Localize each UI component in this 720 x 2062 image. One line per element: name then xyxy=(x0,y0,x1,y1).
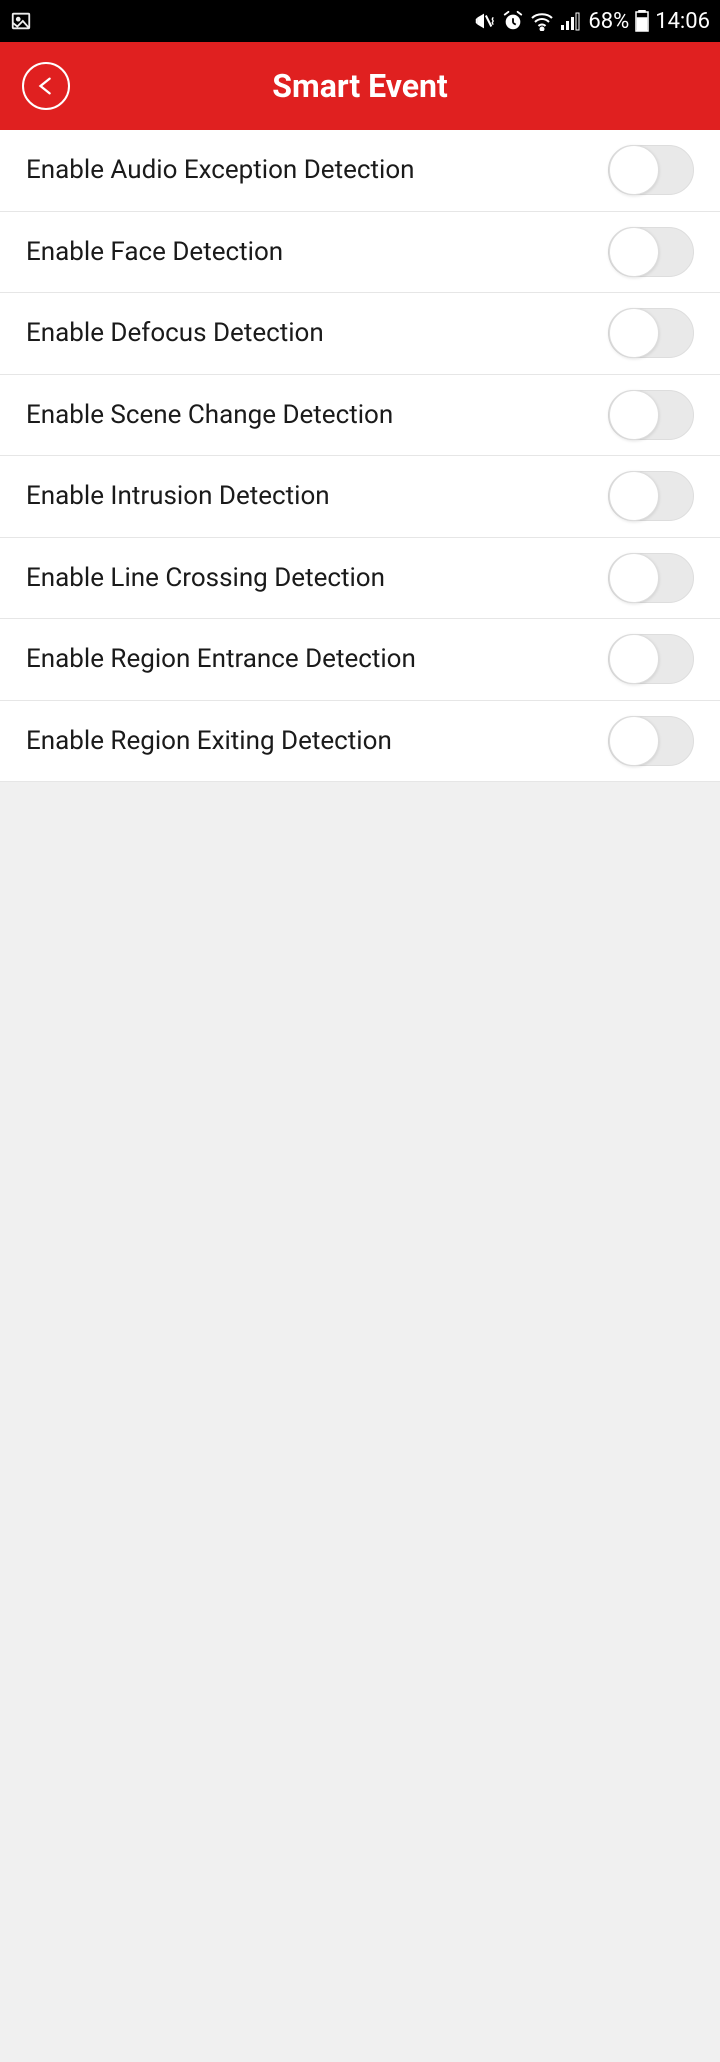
toggle-knob xyxy=(609,471,659,521)
clock-time: 14:06 xyxy=(655,9,710,34)
setting-label: Enable Defocus Detection xyxy=(26,318,324,348)
battery-percent: 68% xyxy=(588,9,629,34)
toggle-defocus-detection[interactable] xyxy=(608,308,694,358)
toggle-face-detection[interactable] xyxy=(608,227,694,277)
setting-label: Enable Scene Change Detection xyxy=(26,400,393,430)
setting-defocus-detection: Enable Defocus Detection xyxy=(0,293,720,375)
toggle-scene-change[interactable] xyxy=(608,390,694,440)
setting-label: Enable Region Exiting Detection xyxy=(26,726,392,756)
toggle-knob xyxy=(609,308,659,358)
toggle-intrusion-detection[interactable] xyxy=(608,471,694,521)
setting-label: Enable Intrusion Detection xyxy=(26,481,330,511)
setting-label: Enable Line Crossing Detection xyxy=(26,563,385,593)
empty-area xyxy=(0,782,720,2062)
toggle-audio-exception[interactable] xyxy=(608,145,694,195)
toggle-knob xyxy=(609,716,659,766)
settings-list: Enable Audio Exception Detection Enable … xyxy=(0,130,720,782)
setting-label: Enable Audio Exception Detection xyxy=(26,155,415,185)
setting-label: Enable Region Entrance Detection xyxy=(26,644,416,674)
app-header: Smart Event xyxy=(0,42,720,130)
page-title: Smart Event xyxy=(0,67,720,105)
image-icon xyxy=(10,10,32,32)
toggle-region-exiting[interactable] xyxy=(608,716,694,766)
toggle-knob xyxy=(609,390,659,440)
toggle-region-entrance[interactable] xyxy=(608,634,694,684)
setting-line-crossing: Enable Line Crossing Detection xyxy=(0,538,720,620)
toggle-knob xyxy=(609,145,659,195)
setting-label: Enable Face Detection xyxy=(26,237,283,267)
vibrate-icon xyxy=(472,10,496,32)
setting-face-detection: Enable Face Detection xyxy=(0,212,720,294)
status-left xyxy=(10,10,32,32)
toggle-line-crossing[interactable] xyxy=(608,553,694,603)
signal-icon xyxy=(560,11,582,31)
toggle-knob xyxy=(609,634,659,684)
alarm-icon xyxy=(502,10,524,32)
back-button[interactable] xyxy=(22,62,70,110)
setting-audio-exception: Enable Audio Exception Detection xyxy=(0,130,720,212)
setting-region-entrance: Enable Region Entrance Detection xyxy=(0,619,720,701)
setting-intrusion-detection: Enable Intrusion Detection xyxy=(0,456,720,538)
battery-icon xyxy=(635,10,649,32)
setting-region-exiting: Enable Region Exiting Detection xyxy=(0,701,720,783)
wifi-icon xyxy=(530,11,554,31)
toggle-knob xyxy=(609,227,659,277)
status-right: 68% 14:06 xyxy=(472,9,710,34)
status-bar: 68% 14:06 xyxy=(0,0,720,42)
toggle-knob xyxy=(609,553,659,603)
setting-scene-change: Enable Scene Change Detection xyxy=(0,375,720,457)
